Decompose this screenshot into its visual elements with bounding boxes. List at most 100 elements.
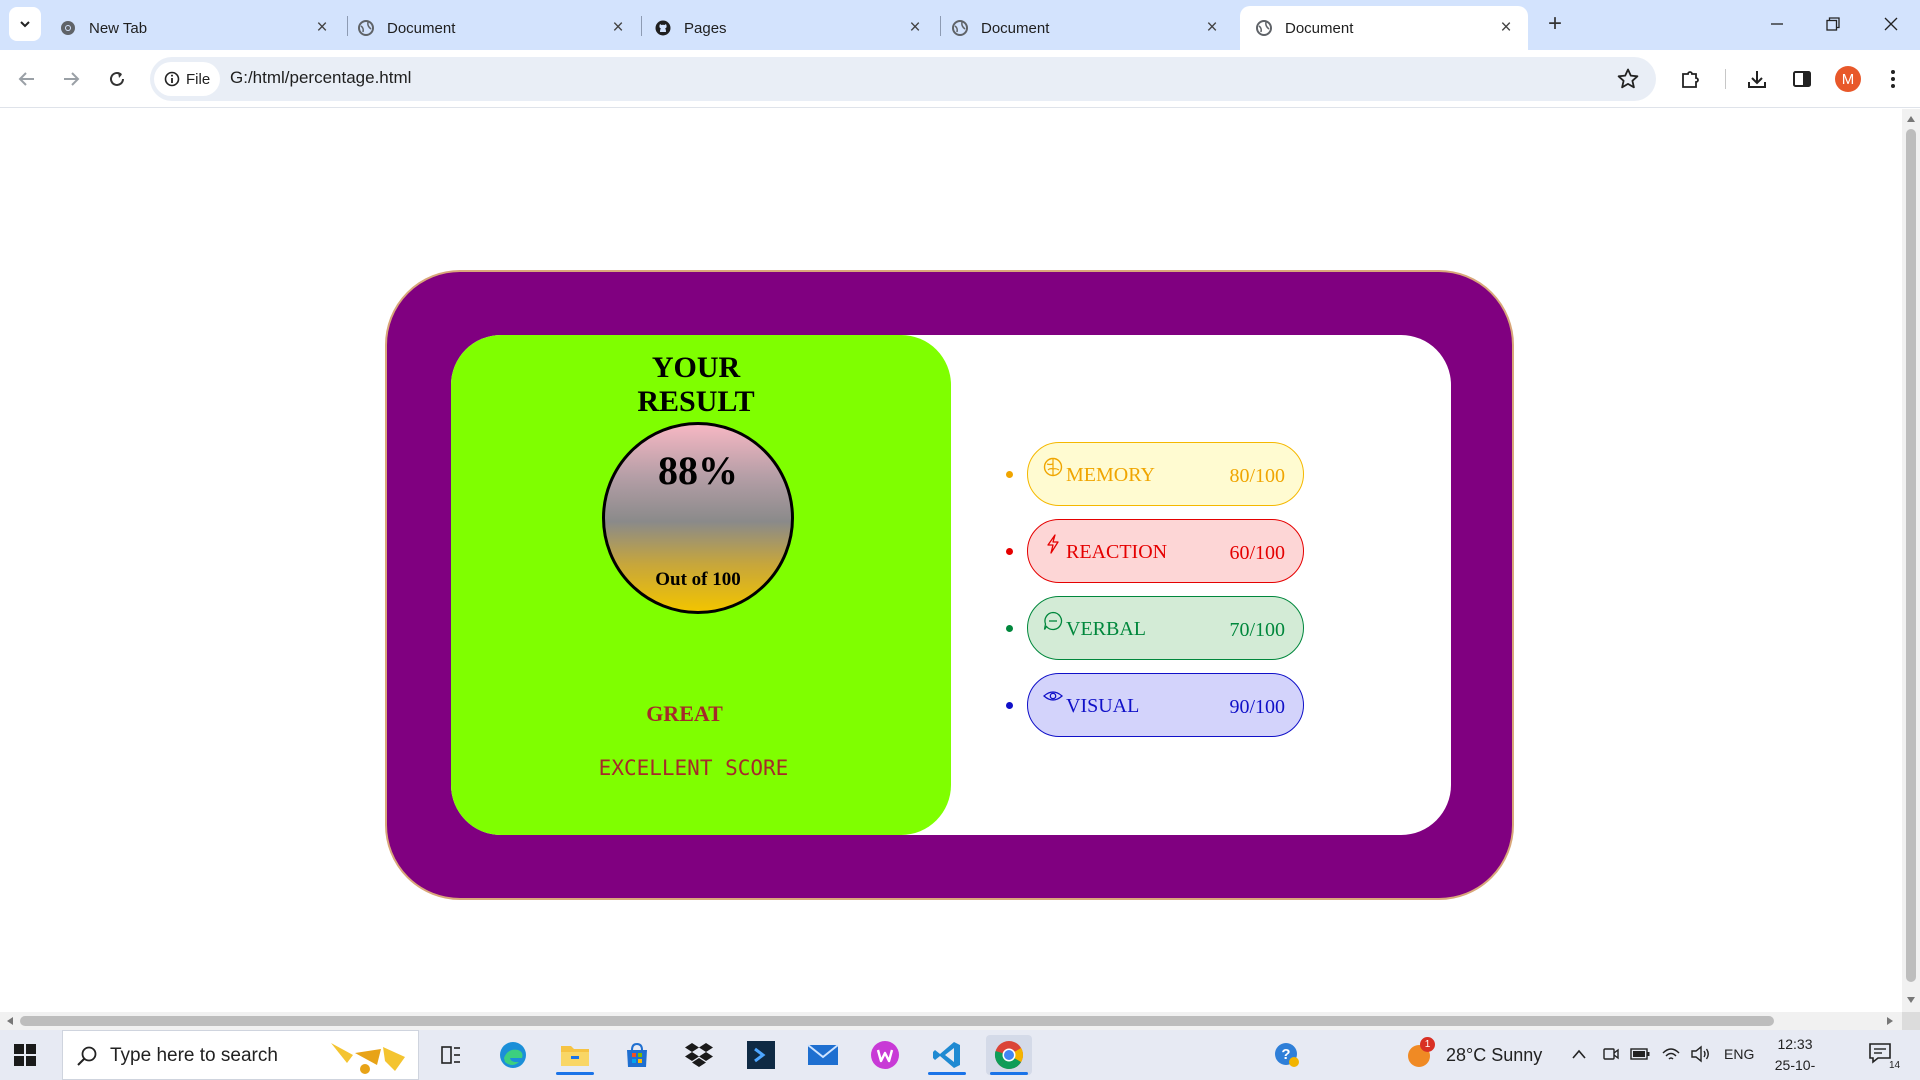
tab-strip: New Tab × Document × Pages × Document × … <box>0 0 1920 50</box>
taskbar-search-box[interactable]: Type here to search <box>62 1030 419 1080</box>
store-icon <box>627 1042 647 1067</box>
restore-button[interactable] <box>1810 5 1856 43</box>
download-icon <box>1748 71 1766 88</box>
kebab-menu-icon <box>1891 70 1895 88</box>
scroll-left-arrow-icon[interactable] <box>7 1017 13 1025</box>
taskbar-file-explorer[interactable] <box>552 1035 598 1075</box>
scroll-down-arrow-icon[interactable] <box>1907 997 1915 1003</box>
bookmark-star-icon[interactable] <box>1616 67 1640 91</box>
reload-icon <box>110 71 124 86</box>
battery-icon[interactable] <box>1630 1046 1650 1062</box>
site-info-chip[interactable]: File <box>154 62 221 96</box>
tab-pages[interactable]: Pages × <box>639 6 937 50</box>
reload-button[interactable] <box>101 63 133 95</box>
taskbar-powershell[interactable] <box>738 1035 784 1075</box>
mail-icon <box>807 1044 839 1065</box>
taskbar-vscode[interactable] <box>924 1035 970 1075</box>
minimize-button[interactable] <box>1754 5 1800 43</box>
result-title-line2: RESULT <box>637 385 755 418</box>
terminal-icon <box>747 1041 775 1069</box>
horizontal-scroll-thumb[interactable] <box>20 1016 1774 1026</box>
extensions-button[interactable] <box>1677 65 1705 93</box>
new-tab-button[interactable]: + <box>1541 10 1569 38</box>
windows-start-icon[interactable] <box>14 1044 36 1066</box>
close-window-button[interactable] <box>1868 5 1914 43</box>
taskbar-edge[interactable] <box>490 1035 536 1075</box>
running-indicator <box>928 1072 966 1075</box>
search-icon <box>77 1046 97 1066</box>
memory-score-pill: MEMORY 80/100 <box>1027 442 1304 506</box>
browser-toolbar: File G:/html/percentage.html M <box>0 50 1920 108</box>
close-icon <box>1884 17 1898 31</box>
visual-score: 90/100 <box>1229 696 1285 718</box>
list-bullet <box>1006 471 1013 478</box>
close-icon[interactable]: × <box>1496 18 1516 38</box>
wps-icon <box>871 1041 899 1069</box>
help-button[interactable]: ? <box>1264 1035 1310 1075</box>
chat-icon <box>1043 611 1063 631</box>
close-icon[interactable]: × <box>1202 18 1222 38</box>
dropbox-icon <box>685 1043 713 1067</box>
svg-text:?: ? <box>1281 1046 1290 1063</box>
page-viewport: YOUR RESULT 88% Out of 100 GREAT EXCELLE… <box>0 109 1902 1012</box>
downloads-button[interactable] <box>1743 65 1771 93</box>
tab-document-2[interactable]: Document × <box>936 6 1234 50</box>
tab-search-button[interactable] <box>9 7 41 41</box>
scroll-up-arrow-icon[interactable] <box>1907 116 1915 122</box>
side-panel-icon <box>1793 71 1811 87</box>
close-icon[interactable]: × <box>905 18 925 38</box>
forward-button[interactable] <box>55 63 87 95</box>
chevron-up-icon[interactable] <box>1571 1048 1587 1060</box>
weather-widget[interactable]: 1 28°C Sunny <box>1406 1037 1546 1072</box>
visual-label: VISUAL <box>1066 695 1140 717</box>
tab-title: Document <box>387 19 456 37</box>
puzzle-icon <box>1682 71 1699 88</box>
speaker-icon[interactable] <box>1690 1045 1712 1063</box>
result-card-frame: YOUR RESULT 88% Out of 100 GREAT EXCELLE… <box>385 270 1514 900</box>
file-label: File <box>186 70 211 88</box>
tab-new-tab[interactable]: New Tab × <box>44 6 344 50</box>
taskbar-dropbox[interactable] <box>676 1035 722 1075</box>
list-bullet <box>1006 702 1013 709</box>
taskbar-wps[interactable] <box>862 1035 908 1075</box>
globe-icon <box>952 20 968 36</box>
back-button[interactable] <box>11 63 43 95</box>
notification-count: 14 <box>1889 1060 1901 1071</box>
close-icon[interactable]: × <box>312 18 332 38</box>
meet-now-icon[interactable] <box>1602 1045 1620 1063</box>
list-bullet <box>1006 548 1013 555</box>
forward-arrow-icon <box>64 72 80 86</box>
vertical-scroll-thumb[interactable] <box>1906 129 1916 982</box>
tab-document-active[interactable]: Document × <box>1240 6 1528 50</box>
url-text[interactable]: G:/html/percentage.html <box>230 68 411 88</box>
folder-icon <box>561 1046 589 1066</box>
chrome-icon <box>60 20 76 36</box>
result-message: EXCELLENT SCORE <box>598 756 789 780</box>
chevron-down-icon <box>20 21 30 28</box>
taskbar-store[interactable] <box>614 1035 660 1075</box>
side-panel-button[interactable] <box>1788 65 1816 93</box>
windows-taskbar: Type here to search ? 1 28°C Sunny ENG 1… <box>0 1030 1920 1080</box>
tab-title: New Tab <box>89 19 148 37</box>
minimize-icon <box>1771 23 1783 25</box>
wifi-icon[interactable] <box>1661 1045 1681 1063</box>
clock[interactable]: 12:33 25-10-2023 <box>1760 1034 1830 1080</box>
close-icon[interactable]: × <box>608 18 628 38</box>
lightning-icon <box>1047 534 1059 554</box>
clock-time: 12:33 <box>1777 1036 1813 1052</box>
weather-badge: 1 <box>1420 1037 1435 1052</box>
horizontal-scrollbar[interactable] <box>0 1012 1902 1030</box>
reaction-score: 60/100 <box>1229 542 1285 564</box>
address-bar[interactable]: File G:/html/percentage.html <box>150 57 1656 101</box>
scroll-right-arrow-icon[interactable] <box>1887 1017 1893 1025</box>
browser-menu-button[interactable] <box>1879 65 1907 93</box>
task-view-button[interactable] <box>428 1035 474 1075</box>
taskbar-mail[interactable] <box>800 1035 846 1075</box>
language-indicator[interactable]: ENG <box>1724 1046 1754 1062</box>
tab-title: Document <box>1285 19 1354 37</box>
reaction-score-pill: REACTION 60/100 <box>1027 519 1304 583</box>
vertical-scrollbar[interactable] <box>1902 109 1920 1012</box>
profile-avatar[interactable]: M <box>1835 66 1861 92</box>
tab-document-1[interactable]: Document × <box>342 6 640 50</box>
taskbar-chrome[interactable] <box>986 1035 1032 1075</box>
